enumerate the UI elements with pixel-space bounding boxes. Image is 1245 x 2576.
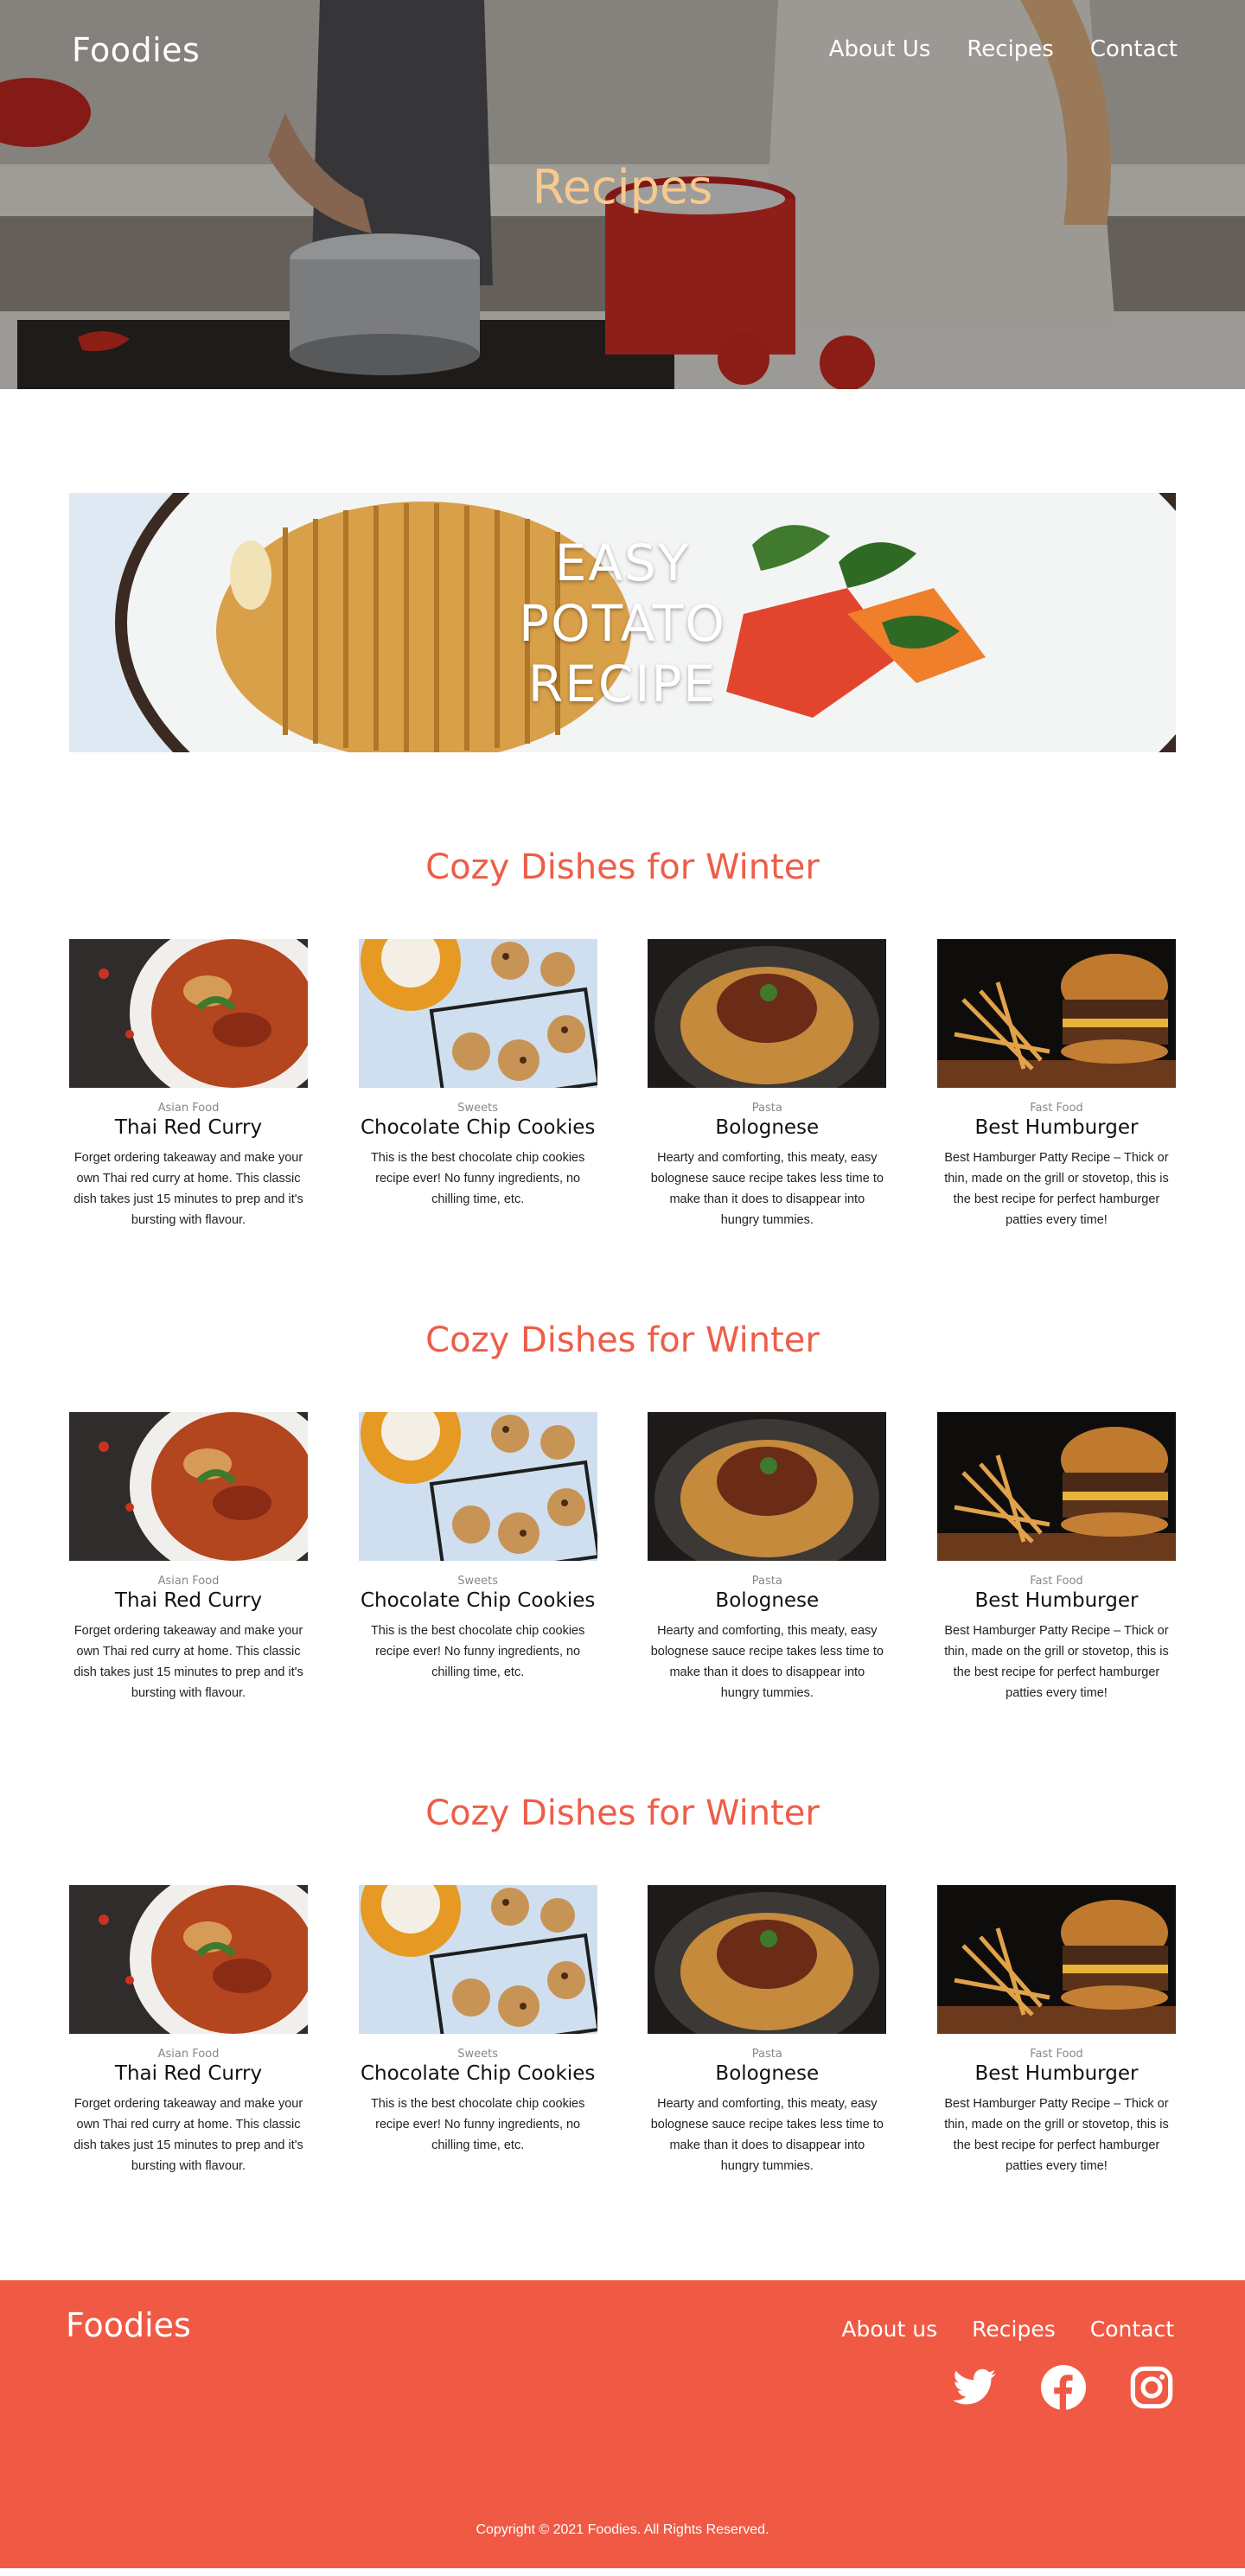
card-category: Asian Food [157, 1102, 220, 1115]
site-footer: Foodies About us Recipes Contact Copyrig… [0, 2280, 1245, 2568]
cookies-photo[interactable] [358, 1885, 597, 2034]
bolognese-photo[interactable] [648, 1885, 887, 2034]
recipe-card-thai-red-curry[interactable]: Asian Food Thai Red Curry Forget orderin… [69, 1412, 308, 1703]
brand-logo[interactable]: Foodies [72, 31, 200, 69]
recipe-card-chocolate-chip-cookies[interactable]: Sweets Chocolate Chip Cookies This is th… [358, 939, 597, 1230]
card-description: Forget ordering takeaway and make your o… [73, 1151, 303, 1227]
instagram-icon[interactable] [1129, 2365, 1174, 2410]
hero-header: Foodies About Us Recipes Contact Recipes [0, 0, 1245, 389]
feature-line-1: EASY [554, 534, 691, 592]
card-title[interactable]: Chocolate Chip Cookies [359, 1116, 597, 1139]
recipe-card-row: Asian Food Thai Red Curry Forget orderin… [69, 939, 1176, 1230]
recipe-card-best-humburger[interactable]: Fast Food Best Humburger Best Hamburger … [936, 939, 1176, 1230]
card-description: This is the best chocolate chip cookies … [370, 1151, 585, 1206]
recipe-section: Cozy Dishes for Winter Asian Food Thai R… [69, 847, 1176, 1230]
recipe-card-chocolate-chip-cookies[interactable]: Sweets Chocolate Chip Cookies This is th… [358, 1885, 597, 2176]
card-description: This is the best chocolate chip cookies … [370, 1624, 585, 1679]
curry-photo[interactable] [69, 1412, 308, 1561]
cookies-photo[interactable] [358, 1412, 597, 1561]
card-category: Sweets [457, 1102, 499, 1115]
recipe-section: Cozy Dishes for Winter Asian Food Thai R… [69, 1320, 1176, 1703]
card-category: Pasta [751, 1575, 782, 1588]
feature-line-3: RECIPE [527, 655, 718, 713]
card-title[interactable]: Bolognese [648, 1116, 886, 1139]
card-title[interactable]: Thai Red Curry [69, 1116, 308, 1139]
recipe-card-thai-red-curry[interactable]: Asian Food Thai Red Curry Forget orderin… [69, 1885, 308, 2176]
card-title[interactable]: Bolognese [648, 2062, 886, 2085]
facebook-icon[interactable] [1041, 2365, 1086, 2410]
card-title[interactable]: Bolognese [648, 1589, 886, 1612]
recipe-card-best-humburger[interactable]: Fast Food Best Humburger Best Hamburger … [936, 1412, 1176, 1703]
recipe-card-chocolate-chip-cookies[interactable]: Sweets Chocolate Chip Cookies This is th… [358, 1412, 597, 1703]
card-description: Forget ordering takeaway and make your o… [73, 2097, 303, 2173]
cookies-photo[interactable] [358, 939, 597, 1088]
section-title: Cozy Dishes for Winter [425, 1793, 820, 1833]
card-category: Pasta [751, 1102, 782, 1115]
card-description: Best Hamburger Patty Recipe – Thick or t… [944, 1624, 1169, 1700]
recipe-card-row: Asian Food Thai Red Curry Forget orderin… [69, 1885, 1176, 2176]
card-category: Fast Food [1030, 1575, 1083, 1588]
recipe-card-bolognese[interactable]: Pasta Bolognese Hearty and comforting, t… [648, 939, 887, 1230]
twitter-icon[interactable] [953, 2365, 998, 2410]
curry-photo[interactable] [69, 1885, 308, 2034]
card-description: This is the best chocolate chip cookies … [370, 2097, 585, 2152]
recipe-section: Cozy Dishes for Winter Asian Food Thai R… [69, 1793, 1176, 2176]
section-title: Cozy Dishes for Winter [425, 1320, 820, 1360]
footer-nav-contact[interactable]: Contact [1090, 2317, 1174, 2342]
burger-photo[interactable] [936, 1885, 1176, 2034]
card-category: Fast Food [1030, 1102, 1083, 1115]
footer-nav: About us Recipes Contact [841, 2317, 1174, 2342]
card-category: Pasta [751, 2048, 782, 2061]
card-title[interactable]: Chocolate Chip Cookies [359, 2062, 597, 2085]
card-title[interactable]: Best Humburger [937, 1589, 1176, 1612]
footer-nav-about-us[interactable]: About us [841, 2317, 937, 2342]
card-description: Hearty and comforting, this meaty, easy … [650, 1151, 884, 1227]
recipe-card-row: Asian Food Thai Red Curry Forget orderin… [69, 1412, 1176, 1703]
bolognese-photo[interactable] [648, 939, 887, 1088]
card-title[interactable]: Thai Red Curry [69, 1589, 308, 1612]
burger-photo[interactable] [936, 939, 1176, 1088]
card-category: Asian Food [157, 2048, 220, 2061]
card-title[interactable]: Best Humburger [937, 1116, 1176, 1139]
section-title: Cozy Dishes for Winter [425, 847, 820, 887]
card-description: Best Hamburger Patty Recipe – Thick or t… [944, 2097, 1169, 2173]
nav-recipes[interactable]: Recipes [967, 36, 1053, 62]
card-description: Best Hamburger Patty Recipe – Thick or t… [944, 1151, 1169, 1227]
recipe-card-thai-red-curry[interactable]: Asian Food Thai Red Curry Forget orderin… [69, 939, 308, 1230]
feature-banner[interactable]: EASY POTATO RECIPE [69, 493, 1176, 752]
card-title[interactable]: Chocolate Chip Cookies [359, 1589, 597, 1612]
footer-brand-logo[interactable]: Foodies [66, 2306, 191, 2344]
card-description: Forget ordering takeaway and make your o… [73, 1624, 303, 1700]
card-category: Fast Food [1030, 2048, 1083, 2061]
card-description: Hearty and comforting, this meaty, easy … [650, 1624, 884, 1700]
card-category: Sweets [457, 2048, 499, 2061]
recipe-card-best-humburger[interactable]: Fast Food Best Humburger Best Hamburger … [936, 1885, 1176, 2176]
feature-heading: EASY POTATO RECIPE [69, 533, 1176, 714]
copyright-text: Copyright © 2021 Foodies. All Rights Res… [476, 2522, 769, 2537]
card-description: Hearty and comforting, this meaty, easy … [650, 2097, 884, 2173]
feature-line-2: POTATO [519, 594, 726, 653]
card-category: Sweets [457, 1575, 499, 1588]
nav-contact[interactable]: Contact [1090, 36, 1178, 62]
curry-photo[interactable] [69, 939, 308, 1088]
card-title[interactable]: Thai Red Curry [69, 2062, 308, 2085]
page-title: Recipes [532, 160, 713, 214]
footer-nav-recipes[interactable]: Recipes [972, 2317, 1056, 2342]
card-title[interactable]: Best Humburger [937, 2062, 1176, 2085]
nav-about-us[interactable]: About Us [829, 36, 931, 62]
social-links [953, 2365, 1174, 2410]
card-category: Asian Food [157, 1575, 220, 1588]
top-nav: About Us Recipes Contact [829, 36, 1178, 62]
recipe-card-bolognese[interactable]: Pasta Bolognese Hearty and comforting, t… [648, 1885, 887, 2176]
recipe-sections: Cozy Dishes for Winter Asian Food Thai R… [0, 847, 1245, 2176]
recipe-card-bolognese[interactable]: Pasta Bolognese Hearty and comforting, t… [648, 1412, 887, 1703]
bolognese-photo[interactable] [648, 1412, 887, 1561]
burger-photo[interactable] [936, 1412, 1176, 1561]
